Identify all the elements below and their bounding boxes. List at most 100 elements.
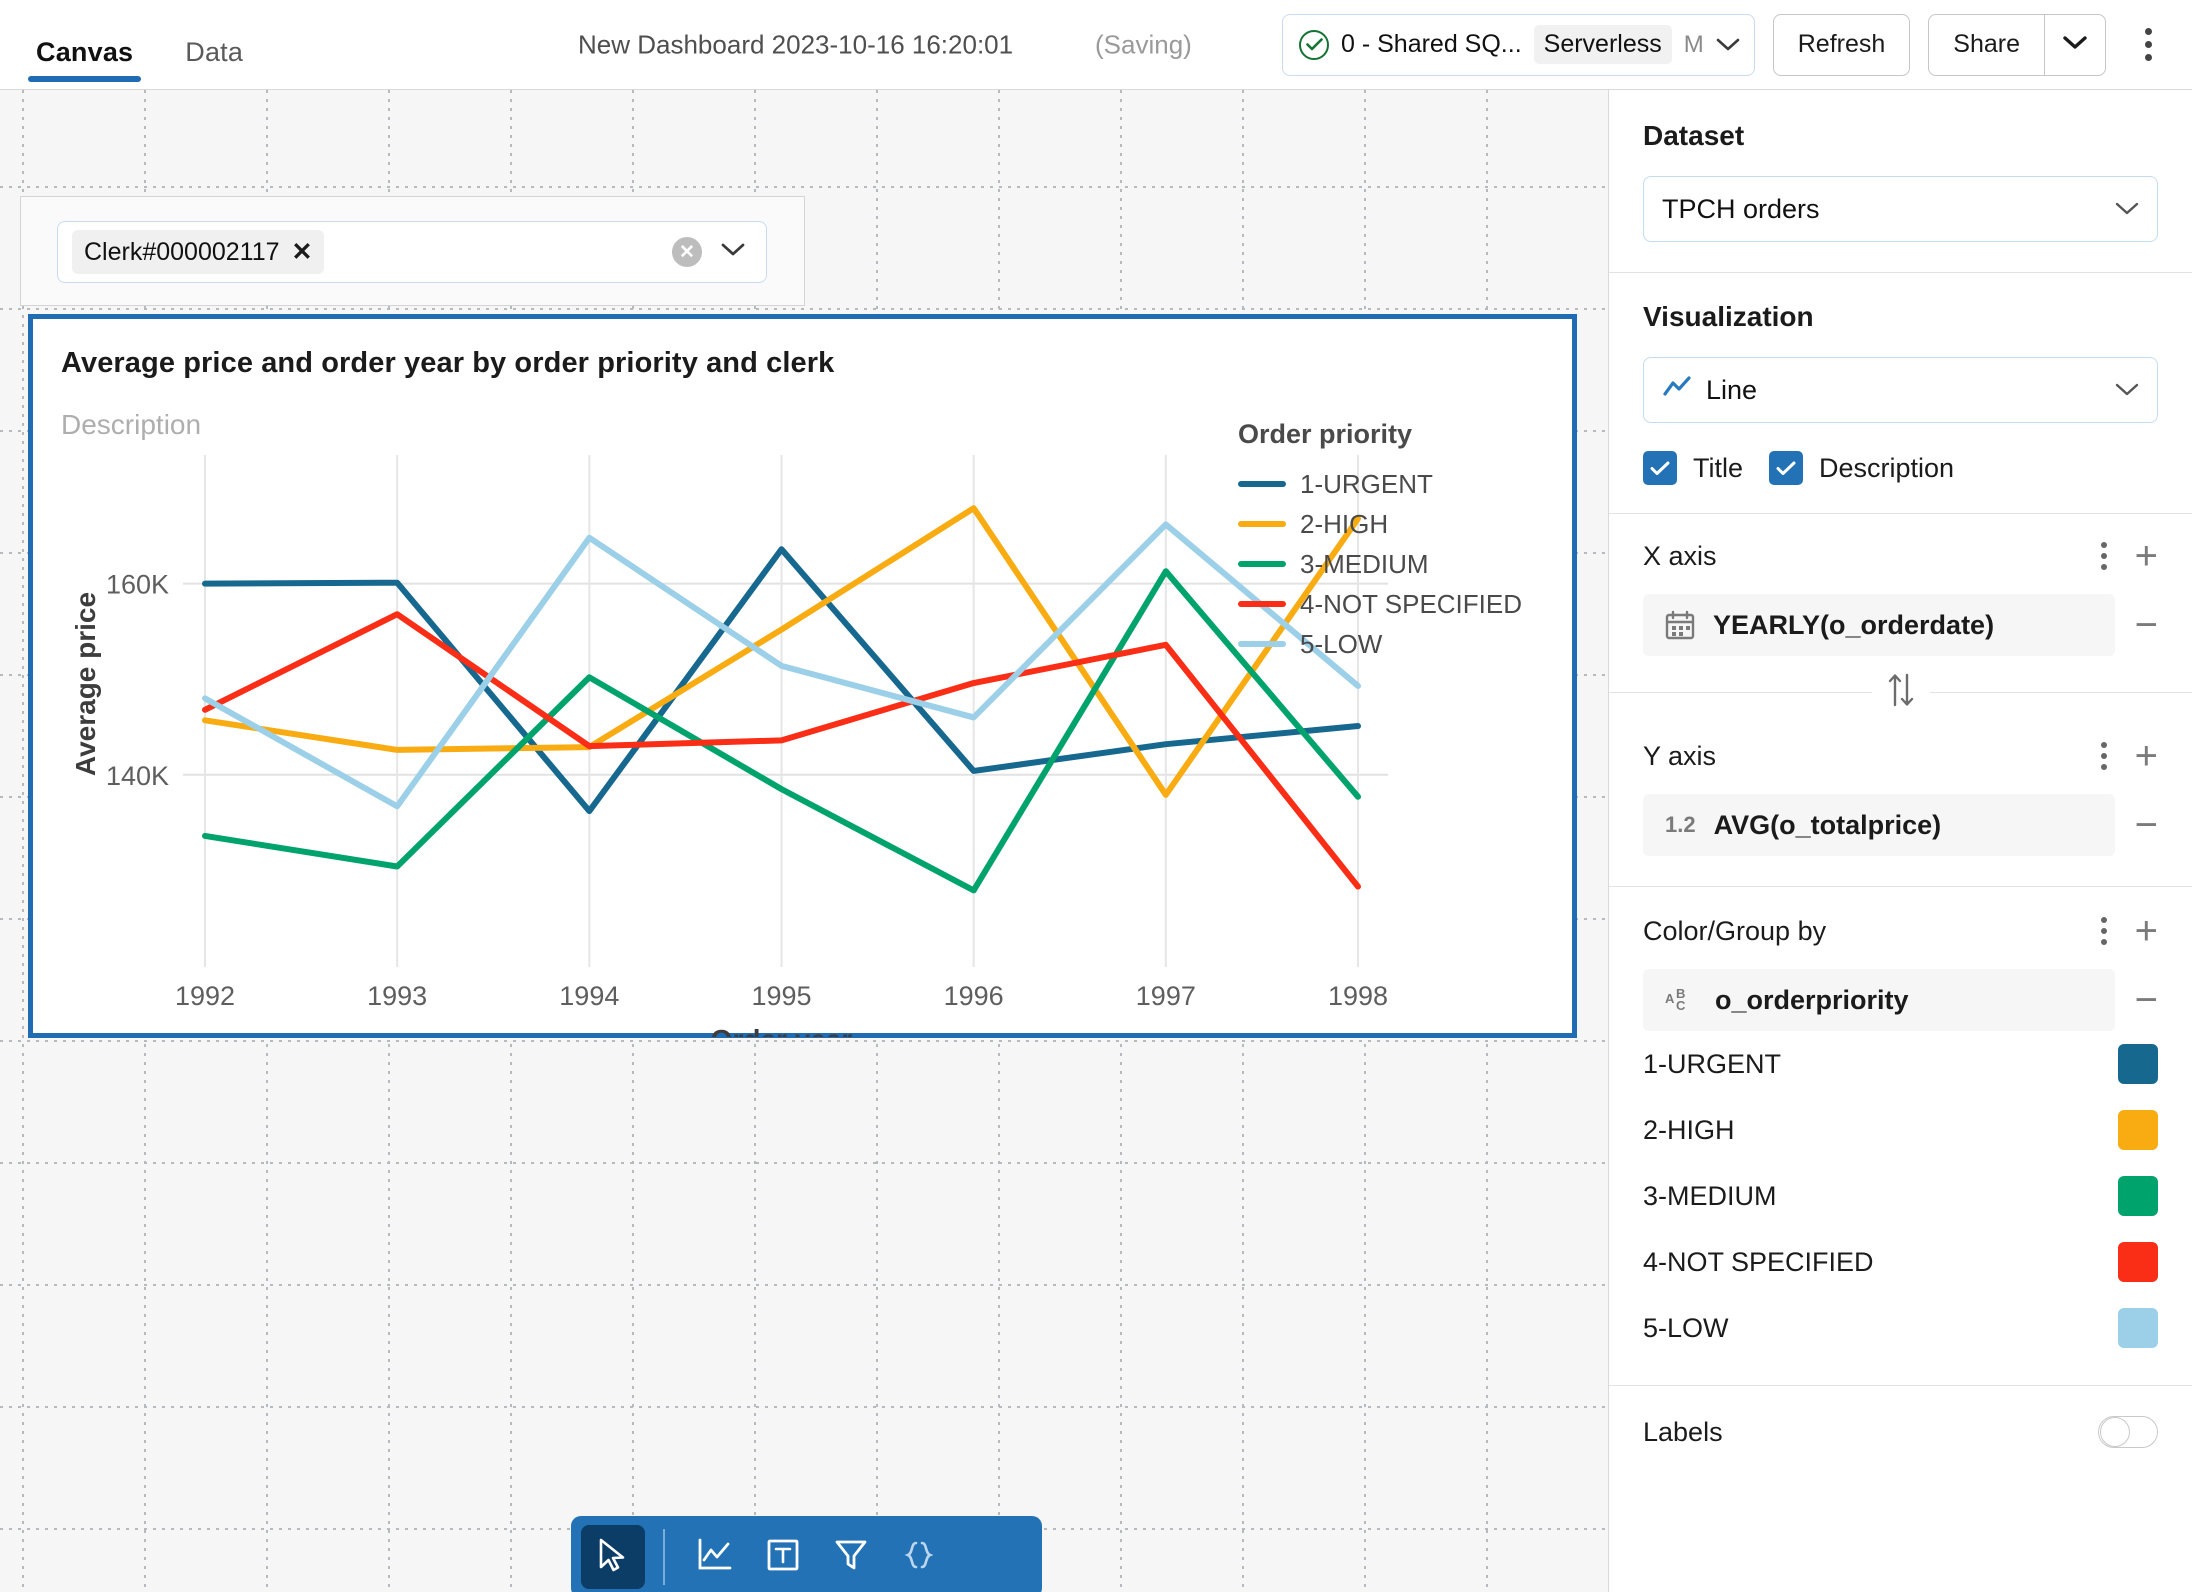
visualization-select[interactable]: Line [1643,357,2158,423]
filter-token[interactable]: Clerk#000002117 ✕ [72,230,325,274]
dataset-value: TPCH orders [1662,193,1820,224]
y-axis-add-button[interactable]: + [2135,736,2158,776]
braces-icon [902,1538,936,1577]
color-group-field[interactable]: ABC o_orderpriority [1643,969,2115,1031]
share-button[interactable]: Share [1928,13,2044,76]
refresh-label: Refresh [1797,30,1886,58]
legend-item[interactable]: 4-NOT SPECIFIED [1238,584,1538,624]
funnel-icon [833,1537,869,1578]
svg-text:A: A [1665,991,1675,1006]
color-group-remove-button[interactable]: − [2135,980,2158,1020]
toggle-knob [2100,1417,2130,1447]
canvas-area[interactable]: Clerk#000002117 ✕ ✕ Average price and or… [0,90,1609,1592]
x-axis-actions: + [2100,536,2158,576]
svg-text:1998: 1998 [1328,981,1388,1011]
dataset-select[interactable]: TPCH orders [1643,176,2158,242]
compute-name: 0 - Shared SQ... [1341,30,1522,58]
line-chart-icon [696,1537,734,1578]
color-legend-row[interactable]: 5-LOW [1643,1295,2158,1361]
legend-label: 2-HIGH [1300,508,1389,539]
y-axis-field-row: 1.2 AVG(o_totalprice) − [1643,794,2158,856]
chevron-down-icon [2115,377,2139,403]
x-axis-header: X axis + [1643,526,2158,586]
x-axis-remove-button[interactable]: − [2135,605,2158,645]
y-axis-options-button[interactable] [2100,742,2107,770]
x-axis-field[interactable]: YEARLY(o_orderdate) [1643,594,2115,656]
color-group-options-button[interactable] [2100,917,2107,945]
display-toggles: Title Description [1643,451,2158,485]
canvas-toolbar [571,1516,1042,1592]
top-bar-actions: 0 - Shared SQ... Serverless M Refresh Sh… [1282,13,2172,76]
legend-item[interactable]: 5-LOW [1238,624,1538,664]
clerk-filter-input[interactable]: Clerk#000002117 ✕ ✕ [57,221,767,283]
pointer-tool[interactable] [581,1525,645,1589]
color-group-add-button[interactable]: + [2135,911,2158,951]
tab-data-label: Data [185,36,244,67]
color-swatch[interactable] [2118,1176,2158,1216]
legend-label: 4-NOT SPECIFIED [1300,588,1523,619]
chart-tool[interactable] [683,1525,747,1589]
y-axis-remove-button[interactable]: − [2135,805,2158,845]
x-axis-heading: X axis [1643,540,1717,571]
line-chart-icon [1662,375,1692,406]
x-axis-field-row: YEARLY(o_orderdate) − [1643,594,2158,656]
main-tabs: Canvas Data [0,0,251,90]
chevron-down-icon[interactable] [720,242,746,262]
legend-label: 1-URGENT [1300,468,1433,499]
legend-swatch [1238,641,1286,647]
color-group-section: Color/Group by + ABC o_orderpriority − 1… [1609,887,2192,1361]
filter-tool[interactable] [819,1525,883,1589]
compute-size: M [1683,30,1704,58]
x-axis-add-button[interactable]: + [2135,536,2158,576]
toolbar-divider [663,1529,665,1585]
y-axis-section: Y axis + 1.2 AVG(o_totalprice) − [1609,720,2192,856]
filter-widget[interactable]: Clerk#000002117 ✕ ✕ [20,196,805,306]
color-group-field-label: o_orderpriority [1715,984,1909,1015]
legend-item[interactable]: 2-HIGH [1238,504,1538,544]
dashboard-title[interactable]: New Dashboard 2023-10-16 16:20:01 [578,29,1013,60]
top-bar: Canvas Data New Dashboard 2023-10-16 16:… [0,0,2192,90]
chevron-down-icon [2062,35,2088,55]
share-dropdown-button[interactable] [2044,13,2106,76]
text-box-icon [766,1538,800,1577]
chart-description-placeholder[interactable]: Description [61,409,201,441]
y-axis-field[interactable]: 1.2 AVG(o_totalprice) [1643,794,2115,856]
labels-toggle[interactable] [2098,1416,2158,1448]
check-circle-icon [1299,29,1329,60]
code-tool[interactable] [887,1525,951,1589]
color-legend-row[interactable]: 1-URGENT [1643,1031,2158,1097]
tab-data[interactable]: Data [177,37,251,90]
legend-item[interactable]: 3-MEDIUM [1238,544,1538,584]
more-options-button[interactable] [2124,17,2172,73]
color-swatch[interactable] [2118,1044,2158,1084]
color-legend-row[interactable]: 3-MEDIUM [1643,1163,2158,1229]
legend-item[interactable]: 1-URGENT [1238,464,1538,504]
swap-vertical-icon[interactable] [1872,672,1930,713]
color-swatch[interactable] [2118,1110,2158,1150]
kebab-dot-icon [2144,28,2152,35]
svg-text:C: C [1676,998,1686,1013]
text-tool[interactable] [751,1525,815,1589]
refresh-button[interactable]: Refresh [1772,13,1911,76]
kebab-dot-icon [2100,742,2107,748]
color-swatch[interactable] [2118,1308,2158,1348]
x-axis-options-button[interactable] [2100,542,2107,570]
color-legend-label: 5-LOW [1643,1312,1729,1343]
color-legend-row[interactable]: 2-HIGH [1643,1097,2158,1163]
tab-canvas-label: Canvas [36,36,134,67]
color-swatch[interactable] [2118,1242,2158,1282]
abc-icon: ABC [1665,985,1697,1015]
title-checkbox[interactable] [1643,451,1677,485]
legend-title: Order priority [1238,419,1413,449]
color-legend-row[interactable]: 4-NOT SPECIFIED [1643,1229,2158,1295]
close-icon[interactable]: ✕ [292,237,313,267]
compute-selector[interactable]: 0 - Shared SQ... Serverless M [1282,13,1755,76]
grid-line-horizontal [0,1040,1608,1042]
description-checkbox[interactable] [1769,451,1804,485]
kebab-dot-icon [2100,764,2107,770]
tab-canvas[interactable]: Canvas [28,36,142,90]
kebab-dot-icon [2100,564,2107,570]
chart-widget[interactable]: Average price and order year by order pr… [28,314,1577,1055]
svg-text:1992: 1992 [175,981,235,1011]
clear-icon[interactable]: ✕ [672,237,702,267]
